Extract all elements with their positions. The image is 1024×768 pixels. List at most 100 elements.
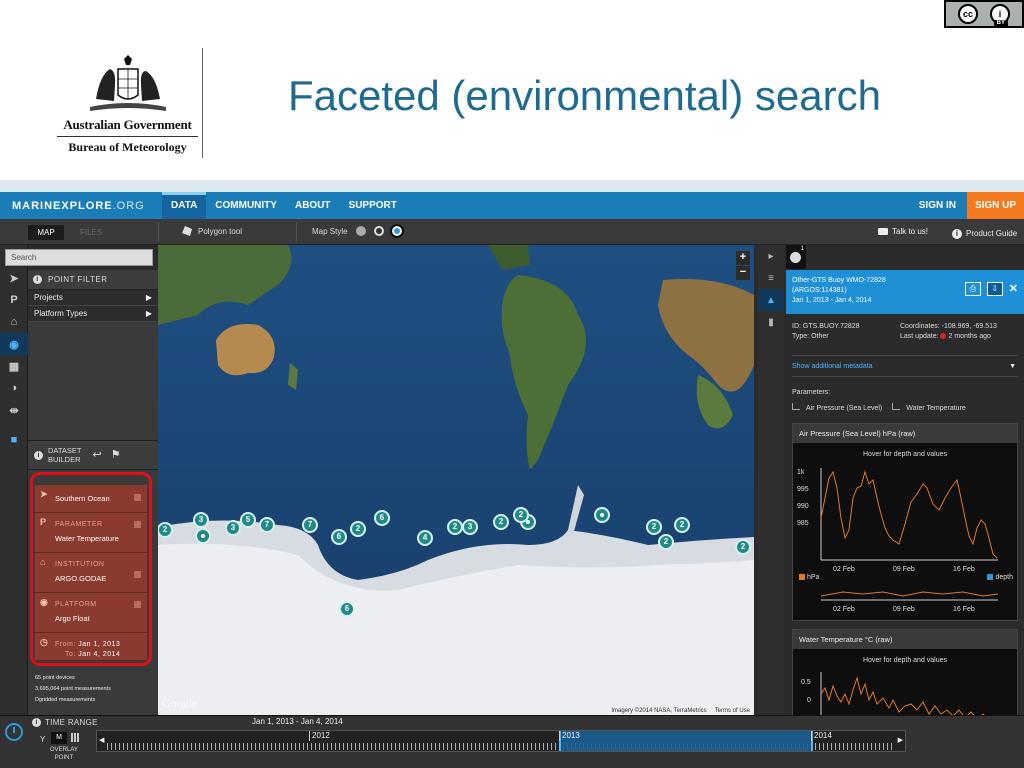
chart-icon[interactable]: ▲ <box>758 289 784 311</box>
print-button[interactable]: ⎙ <box>964 282 981 296</box>
download-button[interactable]: ⇩ <box>986 282 1003 296</box>
y-tick: 995 <box>797 486 809 493</box>
nav-data[interactable]: DATA <box>162 192 207 219</box>
overlay-point-toggle[interactable]: OVERLAY POINT <box>50 746 78 762</box>
air-pressure-chart[interactable]: Air Pressure (Sea Level) hPa (raw) Hover… <box>792 423 1018 621</box>
creative-commons-badge: cc i BY <box>944 0 1024 28</box>
map-marker-cluster[interactable]: 3 <box>462 519 478 535</box>
map-marker-cluster[interactable]: 3 <box>225 520 241 536</box>
brand-logo[interactable]: MARINEXPLORE.ORG <box>12 200 162 212</box>
point-metadata: ID: GTS.BUOY.72828 Type: Other Coordinat… <box>792 322 1018 342</box>
close-icon[interactable]: ✕ <box>1009 284 1018 295</box>
info-icon: i <box>34 450 43 460</box>
dataset-builder-title: DATASET BUILDER <box>48 446 82 464</box>
talk-to-us-button[interactable]: Talk to us! <box>878 227 928 236</box>
map-marker-float[interactable] <box>594 507 610 523</box>
sign-up-button[interactable]: SIGN UP <box>967 192 1024 219</box>
scroll-right-icon[interactable]: ▶ <box>898 736 903 744</box>
selected-date-range: Jan 1, 2013 - Jan 4, 2014 <box>252 717 343 726</box>
map-marker-cluster[interactable]: 2 <box>350 521 366 537</box>
grid-view-icon[interactable] <box>71 733 80 742</box>
imagery-credit: Imagery ©2014 NASA, TerraMetrics <box>611 708 707 714</box>
map-marker-cluster[interactable]: 7 <box>302 517 318 533</box>
map-marker-cluster[interactable]: 2 <box>674 517 690 533</box>
tab-files[interactable]: FILES <box>80 225 102 240</box>
bookmark-add-icon[interactable]: ⚑ <box>111 449 121 460</box>
map-style-option-satellite[interactable] <box>389 224 404 238</box>
nav-about[interactable]: ABOUT <box>286 192 340 219</box>
selected-point-tab[interactable]: 1 <box>786 245 806 269</box>
parameters-section: Parameters: Air Pressure (Sea Level) Wat… <box>792 385 966 417</box>
chat-bubble-icon <box>878 228 888 235</box>
grid-icon[interactable]: ▦ <box>0 355 28 377</box>
map-marker-cluster[interactable]: 2 <box>658 534 674 550</box>
granularity-year[interactable]: Y <box>40 735 45 744</box>
map-marker-cluster[interactable]: 5 <box>240 512 256 528</box>
zoom-controls: + − <box>736 251 750 281</box>
polygon-tool-button[interactable]: Polygon tool <box>182 226 242 236</box>
chart-hover-hint: Hover for depth and values <box>862 657 948 664</box>
talk-to-us-label: Talk to us! <box>892 227 929 236</box>
show-metadata-toggle[interactable]: Show additional metadata ▼ <box>792 355 1018 377</box>
time-icon[interactable]: ◑ <box>0 377 28 399</box>
scroll-left-icon[interactable]: ◀ <box>99 736 104 744</box>
point-filter-header[interactable]: i POINT FILTER <box>28 270 158 290</box>
filter-row-platform-types[interactable]: Platform Types ▶ <box>28 306 158 322</box>
tab-map[interactable]: MAP <box>28 225 64 240</box>
sign-in-link[interactable]: SIGN IN <box>911 192 964 219</box>
granularity-month[interactable]: M <box>51 732 67 744</box>
y-tick: 990 <box>797 503 809 510</box>
map-marker-cluster[interactable]: 2 <box>735 539 751 555</box>
dataset-builder-header: i DATASET BUILDER ↩ ⚑ <box>28 440 158 470</box>
filter-row-projects[interactable]: Projects ▶ <box>28 290 158 306</box>
point-summary: Other-GTS Buoy WMO-72828 (ARGOS:114381) … <box>786 270 1024 314</box>
map-marker-cluster[interactable]: 2 <box>646 519 662 535</box>
logo-line-government: Australian Government <box>63 117 192 132</box>
search-input[interactable]: Search <box>5 249 153 266</box>
map-marker-cluster[interactable]: 6 <box>331 529 347 545</box>
chart-line-icon <box>792 403 800 410</box>
parameter-item[interactable]: Air Pressure (Sea Level) <box>792 401 882 417</box>
collapse-arrow-icon[interactable]: ▸ <box>758 245 784 267</box>
water-temperature-chart[interactable]: Water Temperature °C (raw) Hover for dep… <box>792 629 1018 724</box>
nav-support[interactable]: SUPPORT <box>340 192 406 219</box>
terms-of-use-link[interactable]: Terms of Use <box>715 708 750 714</box>
map-marker-cluster[interactable]: 7 <box>259 517 275 533</box>
y-tick: 0 <box>807 697 811 704</box>
brand-suffix: .ORG <box>112 199 145 212</box>
parameters-label: Parameters: <box>792 389 831 396</box>
chevron-right-icon: ▶ <box>145 293 152 302</box>
map-marker-cluster[interactable]: 2 <box>513 507 529 523</box>
map-style-option-gray[interactable] <box>355 226 366 236</box>
platform-icon[interactable]: ◉ <box>0 333 28 355</box>
product-guide-button[interactable]: i Product Guide <box>952 227 1022 240</box>
bookmark-icon[interactable]: ▮ <box>758 311 784 333</box>
map-marker-cluster[interactable]: 3 <box>193 512 209 528</box>
dataset-cube-icon[interactable]: ■ <box>0 429 28 451</box>
point-coordinates: Coordinates: -108.969, -69.513 <box>900 323 997 330</box>
clock-icon[interactable] <box>5 723 23 741</box>
map-view[interactable]: + − 2 3 3 5 7 7 6 2 6 4 2 3 2 2 2 2 2 2 … <box>158 245 754 715</box>
nav-community[interactable]: COMMUNITY <box>206 192 286 219</box>
timeline-slider[interactable]: ◀ 2012 2013 2014 ▶ <box>96 730 906 752</box>
range-icon[interactable]: ⇹ <box>0 399 28 421</box>
map-marker-float[interactable] <box>195 528 211 544</box>
list-icon[interactable]: ≡ <box>758 267 784 289</box>
map-marker-cluster[interactable]: 2 <box>493 514 509 530</box>
zoom-out-button[interactable]: − <box>736 266 750 280</box>
map-style-option-dark[interactable] <box>373 226 384 236</box>
map-toolbar: MAP FILES Polygon tool Map Style Talk to… <box>0 219 1024 245</box>
parameter-icon[interactable]: P <box>0 289 28 311</box>
zoom-in-button[interactable]: + <box>736 251 750 265</box>
map-marker-cluster[interactable]: 4 <box>417 530 433 546</box>
map-marker-cluster[interactable]: 6 <box>374 510 390 526</box>
undo-icon[interactable]: ↩ <box>92 449 101 460</box>
x-tick: 16 Feb <box>953 566 975 573</box>
institution-icon[interactable]: ⌂ <box>0 311 28 333</box>
navigate-arrow-icon[interactable]: ➤ <box>0 267 28 289</box>
government-logo: Australian Government Bureau of Meteorol… <box>55 55 200 155</box>
map-marker-cluster[interactable]: 2 <box>447 519 463 535</box>
map-marker-cluster[interactable]: 6 <box>339 601 355 617</box>
selected-range-handle[interactable] <box>559 731 813 751</box>
parameter-item[interactable]: Water Temperature <box>892 401 966 417</box>
